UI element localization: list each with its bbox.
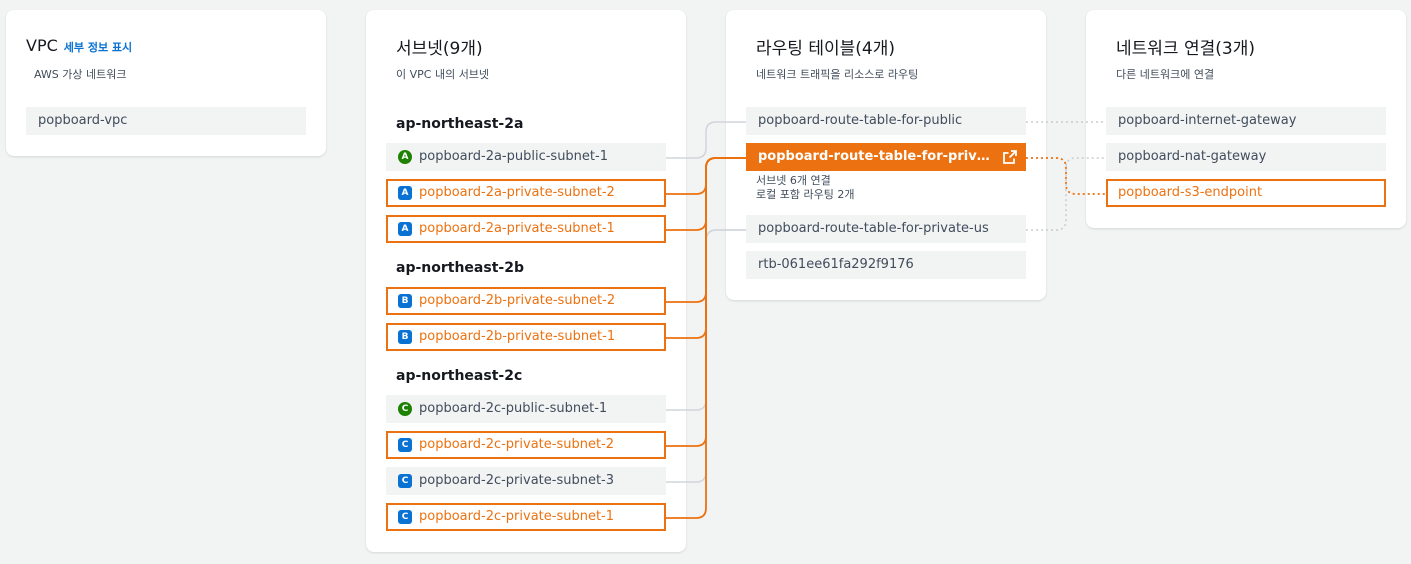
route-table-item[interactable]: rtb-061ee61fa292f9176 xyxy=(746,251,1026,279)
route-table-subnet-count: 서브넷 6개 연결 xyxy=(756,174,831,187)
az-heading-2b: ap-northeast-2b xyxy=(396,260,524,276)
private-subnet-icon: C xyxy=(398,474,412,488)
network-connections-panel: 네트워크 연결(3개) 다른 네트워크에 연결 popboard-interne… xyxy=(1086,10,1406,228)
route-tables-title: 라우팅 테이블(4개) xyxy=(756,39,895,59)
subnet-label: popboard-2a-private-subnet-2 xyxy=(419,185,615,200)
private-subnet-icon: C xyxy=(398,510,412,524)
subnet-label: popboard-2a-private-subnet-1 xyxy=(419,221,615,236)
subnet-label: popboard-2b-private-subnet-2 xyxy=(419,293,616,308)
subnet-item[interactable]: C popboard-2c-private-subnet-3 xyxy=(386,467,666,495)
s3-endpoint-item[interactable]: popboard-s3-endpoint xyxy=(1106,179,1386,207)
private-subnet-icon: B xyxy=(398,294,412,308)
public-subnet-icon: A xyxy=(398,150,412,164)
subnet-item[interactable]: C popboard-2c-public-subnet-1 xyxy=(386,395,666,423)
az-heading-2a: ap-northeast-2a xyxy=(396,116,524,132)
internet-gateway-item[interactable]: popboard-internet-gateway xyxy=(1106,107,1386,135)
subnet-item[interactable]: B popboard-2b-private-subnet-2 xyxy=(386,287,666,315)
subnet-label: popboard-2b-private-subnet-1 xyxy=(419,329,616,344)
subnets-subtitle: 이 VPC 내의 서브넷 xyxy=(396,68,490,81)
network-connections-title: 네트워크 연결(3개) xyxy=(1116,39,1255,59)
subnet-label: popboard-2c-public-subnet-1 xyxy=(419,401,608,416)
subnet-item[interactable]: A popboard-2a-private-subnet-2 xyxy=(386,179,666,207)
subnet-item[interactable]: C popboard-2c-private-subnet-1 xyxy=(386,503,666,531)
vpc-panel-title: VPC 세부 정보 표시 xyxy=(26,36,132,55)
vpc-subtitle: AWS 가상 네트워크 xyxy=(34,68,127,81)
subnets-panel: 서브넷(9개) 이 VPC 내의 서브넷 ap-northeast-2a A p… xyxy=(366,10,686,552)
subnets-panel-title: 서브넷(9개) xyxy=(396,39,483,59)
route-table-item-active[interactable]: popboard-route-table-for-private-s3 xyxy=(746,143,1026,171)
vpc-panel: VPC 세부 정보 표시 AWS 가상 네트워크 popboard-vpc xyxy=(6,10,326,156)
private-subnet-icon: C xyxy=(398,438,412,452)
private-subnet-icon: A xyxy=(398,186,412,200)
private-subnet-icon: B xyxy=(398,330,412,344)
nat-gateway-item[interactable]: popboard-nat-gateway xyxy=(1106,143,1386,171)
subnet-item[interactable]: B popboard-2b-private-subnet-1 xyxy=(386,323,666,351)
subnet-item[interactable]: A popboard-2a-public-subnet-1 xyxy=(386,143,666,171)
subnet-label: popboard-2c-private-subnet-3 xyxy=(419,473,615,488)
route-table-item[interactable]: popboard-route-table-for-public xyxy=(746,107,1026,135)
subnet-label: popboard-2a-public-subnet-1 xyxy=(419,149,608,164)
subnet-label: popboard-2c-private-subnet-1 xyxy=(419,509,615,524)
az-heading-2c: ap-northeast-2c xyxy=(396,368,523,384)
show-details-link[interactable]: 세부 정보 표시 xyxy=(64,41,132,54)
route-table-route-count: 로컬 포함 라우팅 2개 xyxy=(756,188,855,201)
private-subnet-icon: A xyxy=(398,222,412,236)
network-connections-subtitle: 다른 네트워크에 연결 xyxy=(1116,68,1215,81)
vpc-title-text: VPC xyxy=(26,36,58,55)
subnet-label: popboard-2c-private-subnet-2 xyxy=(419,437,615,452)
route-table-label: popboard-route-table-for-private-s3 xyxy=(758,149,1023,164)
public-subnet-icon: C xyxy=(398,402,412,416)
vpc-item[interactable]: popboard-vpc xyxy=(26,107,306,135)
route-table-item[interactable]: popboard-route-table-for-private-us xyxy=(746,215,1026,243)
external-link-icon[interactable] xyxy=(1002,149,1018,165)
subnet-item[interactable]: C popboard-2c-private-subnet-2 xyxy=(386,431,666,459)
route-tables-panel: 라우팅 테이블(4개) 네트워크 트래픽을 리소스로 라우팅 popboard-… xyxy=(726,10,1046,300)
subnet-item[interactable]: A popboard-2a-private-subnet-1 xyxy=(386,215,666,243)
route-tables-subtitle: 네트워크 트래픽을 리소스로 라우팅 xyxy=(756,68,919,81)
